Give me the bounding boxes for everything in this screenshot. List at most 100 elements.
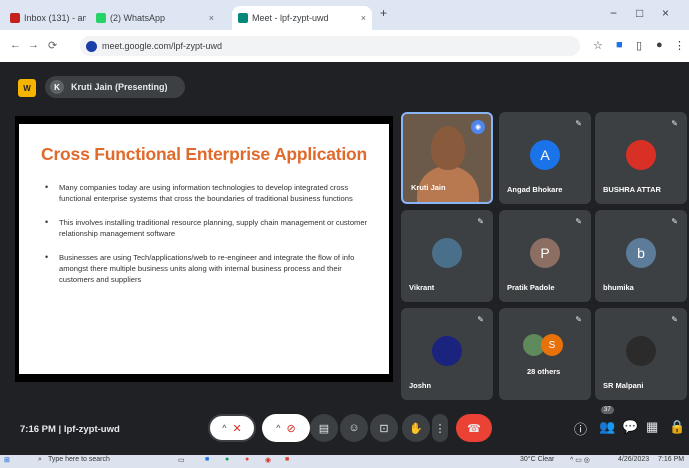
present-button[interactable]: ⊡ — [370, 414, 398, 442]
url-field[interactable]: meet.google.com/lpf-zypt-uwd — [80, 36, 580, 56]
participant-name: Vikrant — [409, 283, 435, 292]
address-bar-row: ← → ⟳ meet.google.com/lpf-zypt-uwd ☆ ■ ▯… — [0, 30, 689, 63]
maximize-button[interactable]: □ — [636, 6, 643, 20]
chrome-icon[interactable]: ● — [245, 456, 249, 463]
windows-start-icon[interactable]: ⊞ — [4, 456, 10, 464]
chat-icon[interactable]: 💬 — [622, 419, 638, 435]
avatar — [626, 140, 656, 170]
mic-off-icon: ✕ — [232, 422, 242, 435]
host-controls-icon[interactable]: 🔒 — [669, 419, 685, 435]
raise-hand-button[interactable]: ✋ — [402, 414, 430, 442]
app-icon[interactable]: ■ — [205, 456, 209, 463]
participant-name: BUSHRA ATTAR — [603, 185, 661, 194]
mic-off-icon: ✎ — [671, 217, 678, 226]
slide-bullet: This involves installing traditional res… — [45, 217, 375, 239]
mic-off-icon: ✎ — [477, 315, 484, 324]
participant-tile-vikrant[interactable]: ✎ Vikrant — [401, 210, 493, 302]
people-icon[interactable]: 👥 — [599, 419, 615, 435]
browser-tab-bar: Inbox (131) - amelam@dypu × (2) WhatsApp… — [0, 0, 689, 30]
site-info-icon[interactable] — [86, 40, 97, 52]
participant-name: SR Malpani — [603, 381, 644, 390]
new-tab-button[interactable]: + — [380, 6, 387, 20]
participant-name: Joshn — [409, 381, 432, 390]
meeting-time: 7:16 PM — [20, 424, 56, 435]
tab-meet[interactable]: Meet - lpf-zypt-uwd × — [232, 6, 372, 30]
hand-icon: ✋ — [409, 422, 423, 435]
participant-name: Pratik Padole — [507, 283, 555, 292]
video-feed-face — [431, 126, 465, 170]
avatar: P — [530, 238, 560, 268]
menu-icon[interactable]: ⋮ — [674, 39, 685, 52]
participant-tile-bushra[interactable]: ✎ BUSHRA ATTAR — [595, 112, 687, 204]
side-panel-icon[interactable]: ▯ — [636, 39, 642, 52]
participant-name: bhumika — [603, 283, 634, 292]
captions-button[interactable]: ▤ — [310, 414, 338, 442]
tab-gmail[interactable]: Inbox (131) - amelam@dypu × — [4, 6, 86, 30]
presentation-stage: Cross Functional Enterprise Application … — [15, 116, 393, 382]
back-arrow-icon[interactable]: ← — [10, 39, 21, 51]
avatar: S — [541, 334, 563, 356]
meeting-code: lpf-zypt-uwd — [63, 424, 120, 435]
participant-tile-angad[interactable]: ✎ A Angad Bhokare — [499, 112, 591, 204]
participant-name: 28 others — [527, 367, 561, 376]
participant-tile-sr-malpani[interactable]: ✎ SR Malpani — [595, 308, 687, 400]
app-icon[interactable]: ● — [225, 456, 229, 463]
participant-tile-bhumika[interactable]: ✎ b bhumika — [595, 210, 687, 302]
participant-tile-kruti[interactable]: ◉ Kruti Jain — [401, 112, 493, 204]
tab-label: Inbox (131) - amelam@dypu — [24, 13, 86, 23]
camera-off-icon: ⊘ — [286, 422, 296, 435]
slide-bullets: Many companies today are using informati… — [45, 182, 375, 298]
close-icon[interactable]: × — [357, 13, 366, 23]
present-icon: ⊡ — [379, 422, 389, 435]
emoji-button[interactable]: ☺ — [340, 414, 368, 442]
tray-icons[interactable]: ^ ▭ ◎ — [570, 456, 590, 464]
audio-activity-icon: ◉ — [471, 120, 485, 134]
slide-bullet: Many companies today are using informati… — [45, 182, 375, 204]
mic-toggle-button[interactable]: ^ ✕ — [208, 414, 256, 442]
leave-call-button[interactable]: ☎ — [456, 414, 492, 442]
avatar — [432, 238, 462, 268]
mic-off-icon: ✎ — [575, 119, 582, 128]
slide: Cross Functional Enterprise Application … — [19, 124, 389, 374]
chevron-up-icon[interactable]: ^ — [222, 423, 226, 433]
avatar: b — [626, 238, 656, 268]
bookmark-star-icon[interactable]: ☆ — [593, 39, 603, 52]
participant-tile-pratik[interactable]: ✎ P Pratik Padole — [499, 210, 591, 302]
participant-tile-joshn[interactable]: ✎ Joshn — [401, 308, 493, 400]
presenter-label: Kruti Jain (Presenting) — [71, 82, 168, 92]
more-options-button[interactable]: ⋮ — [432, 414, 448, 442]
mic-off-icon: ✎ — [671, 315, 678, 324]
forward-arrow-icon[interactable]: → — [28, 39, 39, 51]
taskbar: ⊞ ⌕ Type here to search ▭ ■ ● ● ◉ ■ 30°C… — [0, 455, 689, 468]
mic-off-icon: ✎ — [477, 217, 484, 226]
avatar: A — [530, 140, 560, 170]
app-logo: W — [18, 79, 36, 97]
taskbar-search[interactable]: Type here to search — [48, 456, 110, 463]
profile-icon[interactable]: ● — [656, 39, 663, 51]
camera-toggle-button[interactable]: ^ ⊘ — [262, 414, 310, 442]
meet-icon — [238, 13, 248, 23]
meet-window: W K Kruti Jain (Presenting) Cross Functi… — [0, 62, 689, 455]
app-icon[interactable]: ◉ — [265, 456, 271, 464]
task-view-icon[interactable]: ▭ — [178, 456, 185, 464]
close-icon[interactable]: × — [205, 13, 214, 23]
app-icon[interactable]: ■ — [285, 456, 289, 463]
activities-icon[interactable]: ▦ — [646, 419, 658, 435]
extension-icon[interactable]: ■ — [616, 39, 623, 51]
whatsapp-icon — [96, 13, 106, 23]
minimize-button[interactable]: − — [610, 6, 617, 20]
avatar — [626, 336, 656, 366]
participant-name: Kruti Jain — [411, 183, 446, 192]
tab-whatsapp[interactable]: (2) WhatsApp × — [90, 6, 220, 30]
chevron-up-icon[interactable]: ^ — [276, 423, 280, 433]
more-vert-icon: ⋮ — [434, 422, 446, 435]
close-window-button[interactable]: × — [662, 6, 669, 20]
info-icon[interactable]: ⓘ — [574, 419, 587, 438]
hang-up-icon: ☎ — [467, 422, 481, 435]
mic-off-icon: ✎ — [671, 119, 678, 128]
reload-icon[interactable]: ⟳ — [48, 39, 57, 52]
presenter-avatar: K — [50, 80, 64, 94]
mic-off-icon: ✎ — [575, 217, 582, 226]
emoji-icon: ☺ — [348, 422, 360, 434]
participant-tile-others[interactable]: ✎ S 28 others — [499, 308, 591, 400]
